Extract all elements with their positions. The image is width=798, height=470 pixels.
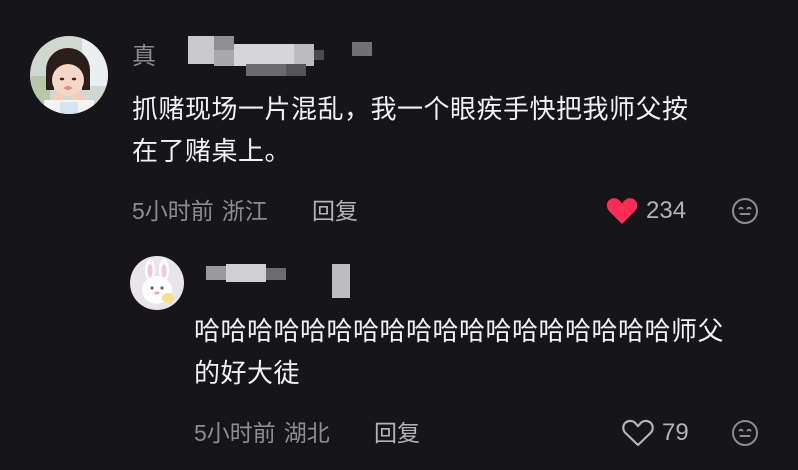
like-count: 234	[646, 197, 687, 224]
comment-meta: 5小时前 湖北	[194, 418, 330, 448]
comment-time: 5小时前	[194, 420, 276, 446]
emoji-face-icon[interactable]	[730, 418, 760, 448]
like-button[interactable]: 79	[622, 418, 689, 448]
comment-text: 抓赌现场一片混乱，我一个眼疾手快把我师父按 在了赌桌上。	[132, 88, 792, 172]
comment-thread: 真 抓赌现场一片混乱，我一个眼疾手快把我师父按 在了赌桌上。 5小时前 浙江 回复…	[0, 0, 798, 470]
username-redacted	[196, 262, 356, 302]
comment-text-line2: 在了赌桌上。	[132, 136, 292, 166]
comment-text-line1: 抓赌现场一片混乱，我一个眼疾手快把我师父按	[132, 94, 689, 124]
comment-meta: 5小时前 浙江	[132, 196, 268, 226]
reply-button[interactable]: 回复	[374, 418, 420, 448]
heart-outline-icon	[622, 419, 654, 447]
username-visible-char[interactable]: 真	[132, 42, 156, 72]
heart-filled-icon	[606, 198, 638, 224]
avatar[interactable]	[30, 36, 108, 114]
comment-text: 哈哈哈哈哈哈哈哈哈哈哈哈哈哈哈哈哈哈师父 的好大徒	[194, 310, 794, 394]
like-button[interactable]: 234	[606, 196, 686, 226]
emoji-face-icon[interactable]	[730, 196, 760, 226]
reply-button[interactable]: 回复	[312, 196, 358, 226]
comment-location: 浙江	[221, 198, 268, 224]
comment-time: 5小时前	[132, 198, 214, 224]
comment-text-line1: 哈哈哈哈哈哈哈哈哈哈哈哈哈哈哈哈哈哈师父	[194, 316, 725, 346]
like-count: 79	[662, 419, 689, 446]
comment-text-line2: 的好大徒	[194, 358, 301, 388]
comment-location: 湖北	[283, 420, 330, 446]
avatar[interactable]	[130, 256, 184, 310]
username-redacted	[160, 34, 380, 80]
